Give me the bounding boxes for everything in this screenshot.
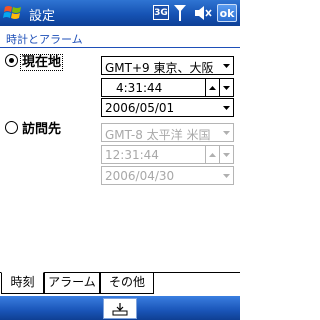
visiting-time-value: 12:31:44 [105,148,159,162]
tab-alarm[interactable]: アラーム [44,273,100,294]
home-timezone-select[interactable]: GMT+9 東京、大阪 [101,56,234,75]
home-time-value: 4:31:44 [116,81,163,95]
keyboard-icon[interactable] [103,298,137,319]
home-radio-text: 現在地 [20,54,64,71]
visiting-timezone-select[interactable]: GMT-8 太平洋 米国 [101,123,234,142]
visiting-date-value: 2006/04/30 [105,169,175,183]
spin-down-icon[interactable] [219,79,233,96]
windows-start-icon[interactable] [2,2,24,24]
spin-down-icon[interactable] [219,146,233,163]
home-radio-label[interactable]: 現在地 [20,51,64,71]
home-radio[interactable] [5,54,18,67]
visiting-time-stepper[interactable]: 12:31:44 [101,145,234,164]
chevron-down-icon [219,124,233,141]
signal-strength-icon[interactable] [173,4,187,22]
visiting-timezone-value: GMT-8 太平洋 米国 [105,128,211,142]
chevron-down-icon [219,99,233,116]
spin-up-icon[interactable] [205,146,219,163]
visiting-date-picker[interactable]: 2006/04/30 [101,166,234,185]
window-title: 設定 [29,9,56,24]
ok-button[interactable]: ok [217,4,237,22]
visiting-radio-label[interactable]: 訪問先 [22,118,61,137]
home-date-value: 2006/05/01 [105,101,175,115]
chevron-down-icon [219,57,233,74]
home-timezone-value: GMT+9 東京、大阪 [105,61,214,75]
spin-up-icon[interactable] [205,79,219,96]
home-date-picker[interactable]: 2006/05/01 [101,98,234,117]
chevron-down-icon [219,167,233,184]
home-time-stepper[interactable]: 4:31:44 [101,78,234,97]
heading-divider [0,47,240,48]
speaker-muted-icon[interactable] [194,5,212,21]
title-bar: 設定 3G ok [0,0,240,26]
tab-more[interactable]: その他 [100,273,154,294]
page-title: 時計とアラーム [6,33,83,46]
visiting-radio[interactable] [5,121,18,134]
tab-time[interactable]: 時刻 [1,272,44,294]
network-3g-badge[interactable]: 3G [153,5,169,20]
